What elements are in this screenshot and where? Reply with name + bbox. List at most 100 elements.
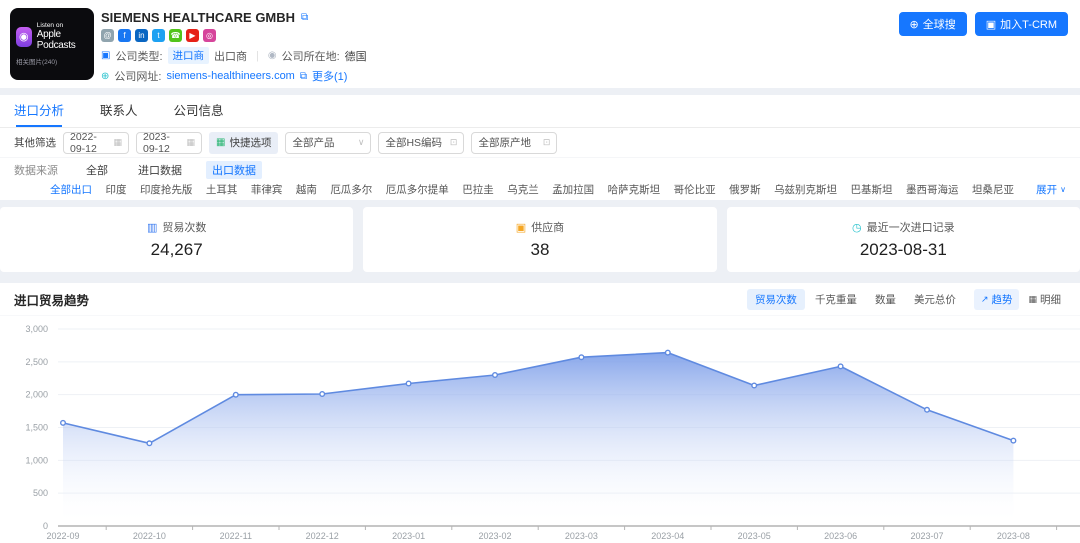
exporter-option[interactable]: 出口商 — [214, 48, 247, 64]
globe-icon: ⊕ — [101, 71, 109, 82]
podcast-app-icon: ◉ — [16, 27, 32, 47]
svg-text:1,500: 1,500 — [25, 423, 48, 433]
hs-code-input[interactable]: 全部HS编码⊡ — [378, 132, 464, 154]
data-source-option[interactable]: 进口数据 — [132, 161, 188, 179]
stat-icon: ▣ — [516, 221, 526, 234]
stat-value: 24,267 — [151, 240, 203, 260]
country-filter[interactable]: 俄罗斯 — [729, 182, 761, 197]
country-filter-row: 全部出口 印度 印度抢先版 土耳其 菲律宾 越南 厄瓜多尔 厄瓜多尔提单 巴拉圭… — [50, 182, 1066, 197]
view-icon: ↗ — [981, 294, 989, 305]
view-toggle[interactable]: ↗ 趋势 — [974, 289, 1020, 310]
country-filter[interactable]: 墨西哥海运 — [906, 182, 959, 197]
chevron-down-icon: ∨ — [358, 137, 365, 148]
tab[interactable]: 进口分析 — [14, 95, 64, 127]
country-filter[interactable]: 哥伦比亚 — [674, 182, 716, 197]
social-icon[interactable]: t — [152, 29, 165, 42]
stat-card: ▣ 供应商 38 — [363, 207, 716, 272]
tab-label: 联系人 — [100, 104, 138, 118]
expand-link[interactable]: 展开 ∨ — [1036, 182, 1066, 197]
data-source-option[interactable]: 全部 — [80, 161, 114, 179]
country-filter[interactable]: 全部出口 — [50, 182, 92, 197]
metric-toggle[interactable]: 贸易次数 — [747, 289, 805, 310]
importer-badge[interactable]: 进口商 — [168, 47, 210, 64]
metric-toggle-group: 贸易次数 千克重量 数量 美元总价 — [747, 289, 964, 310]
social-icon[interactable]: @ — [101, 29, 114, 42]
stat-card: ▥ 贸易次数 24,267 — [0, 207, 353, 272]
quick-options-button[interactable]: ▦ 快捷选项 — [209, 132, 278, 154]
social-icon[interactable]: ◎ — [203, 29, 216, 42]
svg-text:3,000: 3,000 — [25, 324, 48, 334]
country-filter[interactable]: 厄瓜多尔提单 — [386, 182, 449, 197]
svg-text:2022-12: 2022-12 — [306, 531, 339, 541]
view-icon: ▦ — [1028, 294, 1037, 305]
company-logo: ◉ Listen on Apple Podcasts 相关图片(240) — [10, 8, 94, 80]
country-filter[interactable]: 巴拉圭 — [462, 182, 494, 197]
svg-text:2023-08: 2023-08 — [997, 531, 1030, 541]
social-icon[interactable]: f — [118, 29, 131, 42]
svg-text:2023-01: 2023-01 — [392, 531, 425, 541]
logo-listen-text: Listen on — [37, 22, 88, 29]
company-type-icon: ▣ — [101, 50, 110, 61]
logo-brand-text: Apple Podcasts — [37, 29, 88, 51]
stat-icon: ▥ — [147, 221, 157, 234]
country-filter[interactable]: 孟加拉国 — [552, 182, 594, 197]
metric-toggle[interactable]: 美元总价 — [906, 289, 964, 310]
copy-icon[interactable]: ⧉ — [301, 12, 308, 23]
trend-chart[interactable]: 05001,0001,5002,0002,5003,0002022-092022… — [0, 315, 1080, 543]
filter-bar: 其他筛选 2022-09-12▦ 2023-09-12▦ ▦ 快捷选项 全部产品… — [0, 128, 1080, 158]
country-filter[interactable]: 乌克兰 — [507, 182, 539, 197]
svg-text:0: 0 — [43, 521, 48, 531]
country-filter[interactable]: 乌兹别克斯坦 — [774, 182, 837, 197]
country-filter[interactable]: 印度抢先版 — [140, 182, 193, 197]
section-divider — [0, 88, 1080, 95]
calendar-icon: ▦ — [186, 137, 195, 148]
divider: | — [256, 50, 259, 62]
social-icon[interactable]: in — [135, 29, 148, 42]
country-filter[interactable]: 坦桑尼亚 — [972, 182, 1014, 197]
social-icon[interactable]: ☎ — [169, 29, 182, 42]
tab-label: 进口分析 — [14, 104, 64, 118]
copy-icon[interactable]: ⧉ — [300, 71, 307, 82]
svg-text:2022-10: 2022-10 — [133, 531, 166, 541]
date-to-input[interactable]: 2023-09-12▦ — [136, 132, 202, 154]
country-filter[interactable]: 厄瓜多尔 — [330, 182, 372, 197]
data-source-option[interactable]: 出口数据 — [206, 161, 262, 179]
data-source-options: 全部 进口数据 出口数据 — [80, 161, 262, 179]
globe-icon: ⊕ — [910, 18, 919, 31]
calendar-icon: ▦ — [113, 137, 122, 148]
website-link[interactable]: siemens-healthineers.com — [166, 70, 294, 82]
location-label: 公司所在地: — [282, 48, 340, 64]
stat-card: ◷ 最近一次进口记录 2023-08-31 — [727, 207, 1080, 272]
company-name: SIEMENS HEALTHCARE GMBH — [101, 10, 295, 25]
metric-toggle[interactable]: 千克重量 — [807, 289, 865, 310]
metric-toggle[interactable]: 数量 — [867, 289, 904, 310]
country-filter[interactable]: 哈萨克斯坦 — [608, 182, 661, 197]
view-toggle[interactable]: ▦ 明细 — [1021, 289, 1068, 310]
country-filter[interactable]: 巴基斯坦 — [851, 182, 893, 197]
svg-text:2022-09: 2022-09 — [46, 531, 79, 541]
logo-caption: 相关图片(240) — [16, 56, 88, 66]
stat-value: 2023-08-31 — [860, 240, 947, 260]
social-icon-row: @ f in t ☎ ▶ ◎ — [101, 29, 514, 42]
crm-icon: ▣ — [986, 18, 996, 31]
tab[interactable]: 联系人 — [100, 95, 138, 127]
social-icon[interactable]: ▶ — [186, 29, 199, 42]
add-tcrm-button[interactable]: ▣ 加入T-CRM — [975, 12, 1068, 36]
global-search-button[interactable]: ⊕ 全球搜 — [899, 12, 967, 36]
date-from-input[interactable]: 2022-09-12▦ — [63, 132, 129, 154]
stat-value: 38 — [531, 240, 550, 260]
view-toggle-group: ↗ 趋势 ▦ 明细 — [974, 289, 1068, 310]
svg-text:2023-03: 2023-03 — [565, 531, 598, 541]
country-filter[interactable]: 菲律宾 — [251, 182, 283, 197]
product-select[interactable]: 全部产品∨ — [285, 132, 371, 154]
country-filter[interactable]: 越南 — [296, 182, 317, 197]
chevron-down-icon: ∨ — [1060, 185, 1066, 194]
more-link[interactable]: 更多(1) — [312, 68, 347, 84]
stats-band: ▥ 贸易次数 24,267 ▣ 供应商 38 ◷ 最近一次进口记录 2023-0… — [0, 200, 1080, 283]
tab[interactable]: 公司信息 — [174, 95, 224, 127]
website-label: 公司网址: — [114, 68, 161, 84]
country-filter[interactable]: 土耳其 — [206, 182, 238, 197]
origin-input[interactable]: 全部原产地⊡ — [471, 132, 557, 154]
company-header: ◉ Listen on Apple Podcasts 相关图片(240) SIE… — [0, 0, 1080, 88]
country-filter[interactable]: 印度 — [105, 182, 126, 197]
